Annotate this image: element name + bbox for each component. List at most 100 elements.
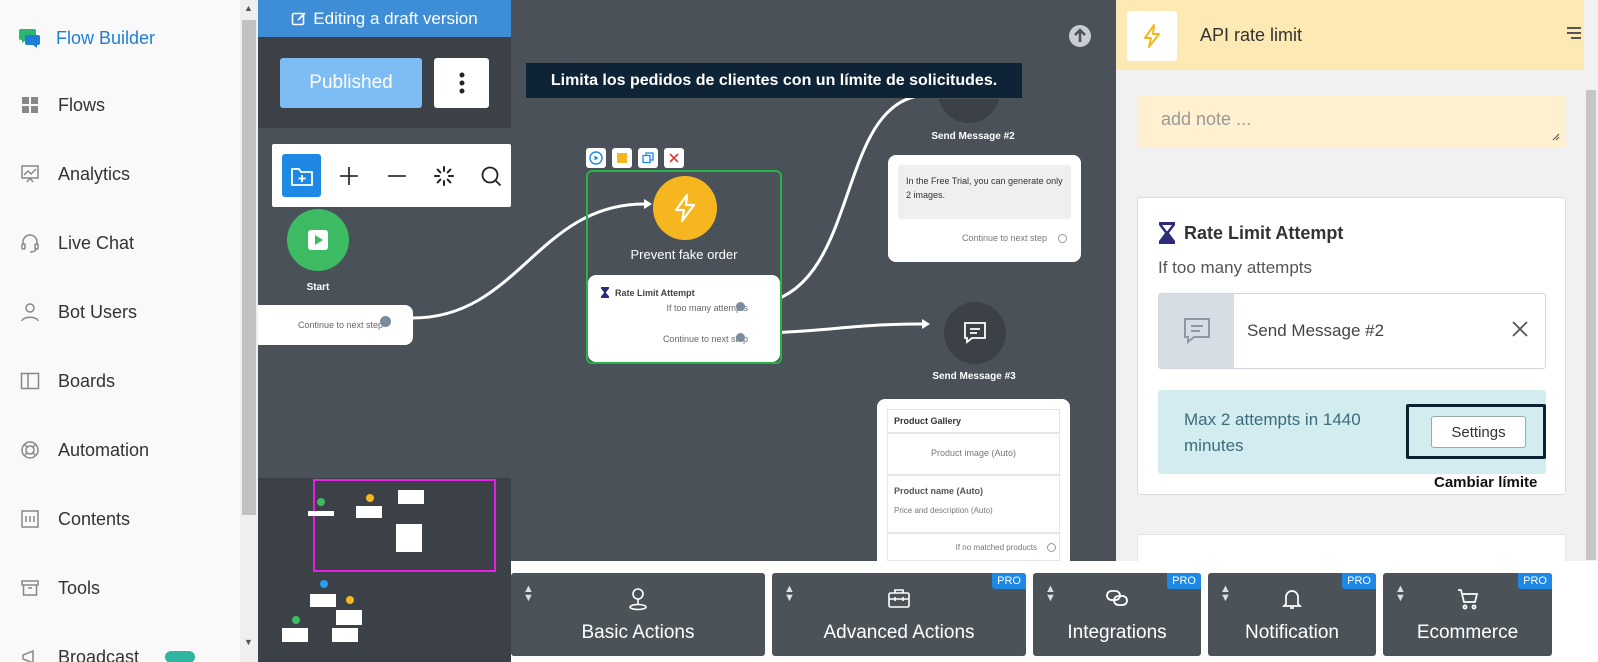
scrollbar-thumb[interactable] xyxy=(1586,90,1596,560)
settings-button[interactable]: Settings xyxy=(1431,416,1526,448)
search-tool[interactable] xyxy=(472,154,511,197)
bell-icon xyxy=(1281,590,1303,609)
person-pin-icon xyxy=(629,588,647,611)
send-message-2-card[interactable]: In the Free Trial, you can generate only… xyxy=(888,155,1081,262)
sticky-note-icon xyxy=(617,153,627,163)
close-icon[interactable] xyxy=(1511,320,1529,338)
too-many-port[interactable] xyxy=(736,302,745,311)
hourglass-icon xyxy=(601,287,609,298)
minimap-node xyxy=(310,594,336,607)
megaphone-icon xyxy=(22,649,34,662)
resize-handle-icon[interactable] xyxy=(1550,131,1560,141)
sidebar-item-boards[interactable]: Boards xyxy=(20,366,115,396)
play-circle-icon xyxy=(589,151,603,165)
menu-icon[interactable] xyxy=(1566,26,1582,40)
pro-badge: PRO xyxy=(1518,573,1552,589)
gallery-details: Product name (Auto) Price and descriptio… xyxy=(887,475,1060,533)
continue-label: Continue to next step xyxy=(961,233,1047,243)
note-placeholder: add note ... xyxy=(1161,109,1252,129)
sidebar-item-contents[interactable]: Contents xyxy=(20,504,130,534)
zoom-out-tool[interactable] xyxy=(377,154,416,197)
minimap-node xyxy=(317,498,325,506)
next-section xyxy=(1137,534,1566,561)
output-port[interactable] xyxy=(1058,234,1067,243)
copy-icon xyxy=(642,152,654,164)
close-icon xyxy=(669,153,679,163)
duplicate-node-button[interactable] xyxy=(638,148,658,168)
sidebar-item-live-chat[interactable]: Live Chat xyxy=(20,228,134,258)
sidebar-item-broadcast[interactable]: Broadcast xyxy=(20,642,196,662)
api-rate-limit-node[interactable] xyxy=(653,176,717,240)
output-port[interactable] xyxy=(1047,543,1056,552)
sidebar-item-label: Tools xyxy=(58,577,101,598)
minimap-node xyxy=(336,610,362,625)
sort-arrows-icon: ▲ ▼ xyxy=(1395,583,1406,604)
category-integrations[interactable]: ▲ ▼ Integrations PRO xyxy=(1033,573,1201,656)
category-advanced-actions[interactable]: ▲ ▼ Advanced Actions PRO xyxy=(772,573,1026,656)
edge-prevent-to-send3 xyxy=(767,322,923,335)
edge-arrowhead xyxy=(922,319,930,329)
rate-limit-card[interactable]: Rate Limit Attempt If too many attempts … xyxy=(588,275,780,362)
sort-arrows-icon: ▲ ▼ xyxy=(784,583,795,604)
draft-banner: Editing a draft version xyxy=(258,0,511,37)
sidebar-item-bot-users[interactable]: Bot Users xyxy=(20,297,137,327)
continue-label: Continue to next step xyxy=(297,320,383,330)
lifebuoy-icon xyxy=(21,441,39,459)
minimap[interactable] xyxy=(258,478,511,662)
delete-node-button[interactable] xyxy=(664,148,684,168)
panel-header: API rate limit xyxy=(1116,0,1598,70)
continue-port[interactable] xyxy=(736,333,745,342)
panel-scrollbar[interactable] xyxy=(1584,0,1598,561)
sidebar-item-label: Contents xyxy=(58,508,131,529)
brand-label: Flow Builder xyxy=(56,27,156,48)
gallery-image-slot: Product image (Auto) xyxy=(887,433,1060,475)
tooltip-banner: Limita los pedidos de clientes con un lí… xyxy=(526,63,1022,98)
category-ecommerce[interactable]: ▲ ▼ Ecommerce PRO xyxy=(1383,573,1552,656)
sidebar-item-tools[interactable]: Tools xyxy=(20,573,100,603)
category-notification[interactable]: ▲ ▼ Notification PRO xyxy=(1208,573,1376,656)
canvas-toolbar xyxy=(272,144,511,207)
scroll-top-button[interactable] xyxy=(1068,24,1092,53)
spinner-icon xyxy=(433,165,454,186)
minimap-node xyxy=(398,490,424,504)
add-folder-tool[interactable] xyxy=(282,154,322,197)
annotation-label: Cambiar límite xyxy=(1434,474,1538,491)
sidebar-item-analytics[interactable]: Analytics xyxy=(20,159,130,189)
product-gallery-card[interactable]: Product Gallery Product image (Auto) Pro… xyxy=(877,399,1070,569)
sidebar: Flow Builder Flows Analytics Live Chat B… xyxy=(0,0,240,662)
brand[interactable]: Flow Builder xyxy=(18,24,155,52)
rate-limit-card-title: Rate Limit Attempt xyxy=(600,287,695,298)
limit-text: Max 2 attempts in 1440 minutes xyxy=(1184,410,1361,455)
sidebar-item-flows[interactable]: Flows xyxy=(20,90,105,120)
send-message-3-node[interactable] xyxy=(944,302,1006,364)
sidebar-scrollbar[interactable]: ▲ ▼ xyxy=(240,0,258,662)
minimap-node xyxy=(396,524,422,552)
scrollbar-thumb[interactable] xyxy=(242,20,256,515)
more-options-button[interactable] xyxy=(434,58,489,108)
category-label: Notification xyxy=(1245,622,1339,643)
category-basic-actions[interactable]: ▲ ▼ Basic Actions xyxy=(511,573,765,656)
lightning-icon xyxy=(1144,24,1160,48)
category-label: Integrations xyxy=(1067,622,1167,643)
link-icon xyxy=(1106,590,1128,606)
note-input[interactable]: add note ... xyxy=(1137,95,1566,147)
output-port[interactable] xyxy=(380,316,391,327)
minimap-node xyxy=(356,506,382,518)
kebab-menu-icon xyxy=(459,72,464,94)
minimap-node xyxy=(292,616,300,624)
scroll-down-arrow-icon[interactable]: ▼ xyxy=(244,637,253,647)
zoom-in-tool[interactable] xyxy=(329,154,368,197)
gallery-name: Product name (Auto) xyxy=(894,486,983,496)
play-icon xyxy=(308,230,328,250)
linked-step[interactable]: Send Message #2 xyxy=(1158,293,1546,369)
edit-icon xyxy=(291,11,306,25)
auto-layout-tool[interactable] xyxy=(424,154,463,197)
sidebar-item-automation[interactable]: Automation xyxy=(20,435,149,465)
chat-logo-icon xyxy=(19,29,40,48)
preview-node-button[interactable] xyxy=(586,148,606,168)
note-node-button[interactable] xyxy=(612,148,632,168)
start-step-card[interactable]: Continue to next step xyxy=(258,305,413,345)
published-button[interactable]: Published xyxy=(280,58,422,108)
scroll-up-arrow-icon[interactable]: ▲ xyxy=(244,3,253,13)
start-node[interactable] xyxy=(287,209,349,271)
